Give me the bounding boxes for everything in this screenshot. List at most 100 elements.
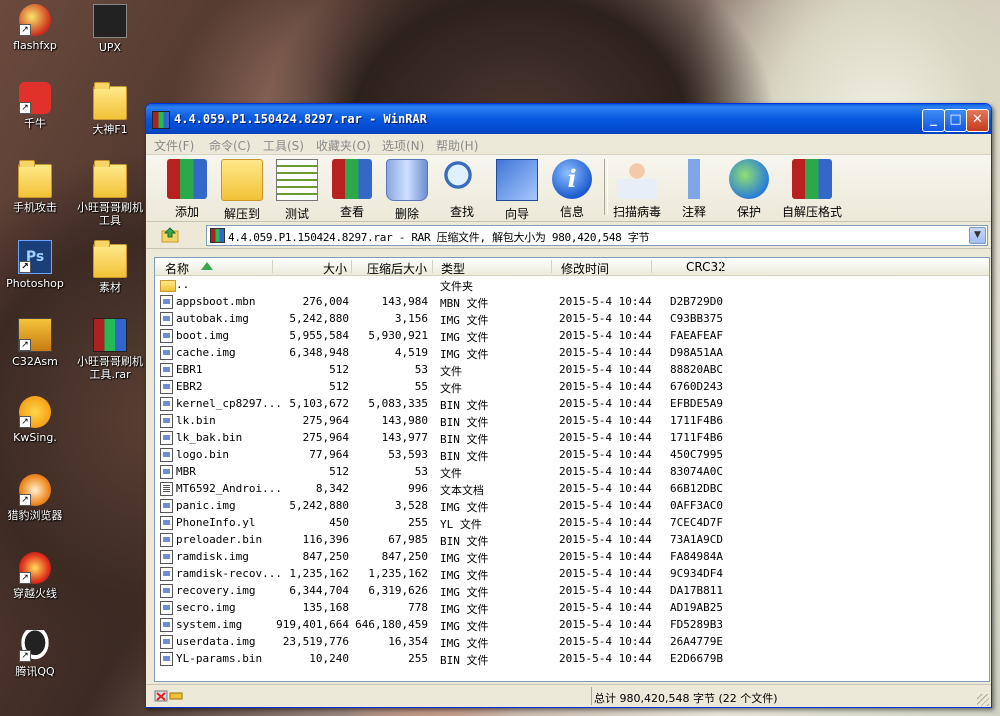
maximize-button[interactable]: □ xyxy=(944,109,967,132)
sfx-button[interactable]: 自解压格式 xyxy=(777,157,847,219)
file-type: BIN 文件 xyxy=(440,433,489,446)
delete-button[interactable]: 删除 xyxy=(380,157,434,221)
table-row[interactable]: secro.img 135,168 778 IMG 文件 2015-5-4 10:44 A… xyxy=(155,599,989,616)
table-row[interactable]: boot.img 5,955,584 5,930,921 IMG 文件 2015-5-4… xyxy=(155,327,989,344)
table-row[interactable]: ramdisk-recov... 1,235,162 1,235,162 IMG 文件… xyxy=(155,565,989,582)
menu-bar: 文件(F) 命令(C) 工具(S) 收藏夹(O) 选项(N) 帮助(H) xyxy=(146,134,991,155)
table-row[interactable]: lk.bin 275,964 143,980 BIN 文件 2015-5-4 10:44… xyxy=(155,412,989,429)
find-button[interactable]: 查找 xyxy=(435,157,489,219)
protect-button[interactable]: 保护 xyxy=(722,157,776,219)
desktop-icon-flash-tool-rar[interactable]: 小旺哥哥刷机工具.rar xyxy=(72,318,148,381)
table-row[interactable]: .. 文件夹 xyxy=(155,276,989,293)
column-name[interactable]: 名称 xyxy=(165,260,189,277)
file-name: logo.bin xyxy=(176,448,229,461)
table-row[interactable]: appsboot.mbn 276,004 143,984 MBN 文件 2015-5-4… xyxy=(155,293,989,310)
sfx-icon xyxy=(792,159,832,199)
file-packed-size: 53 xyxy=(414,465,428,478)
table-row[interactable]: ramdisk.img 847,250 847,250 IMG 文件 2015-5-4 … xyxy=(155,548,989,565)
table-row[interactable]: cache.img 6,348,948 4,519 IMG 文件 2015-5-4 10… xyxy=(155,344,989,361)
file-crc: 9C934DF4 xyxy=(670,567,723,580)
column-crc[interactable]: CRC32 xyxy=(686,260,726,274)
desktop-icon-flash-tool-folder[interactable]: 小旺哥哥刷机工具 xyxy=(72,160,148,227)
file-packed-size: 4,519 xyxy=(394,346,428,359)
chevron-down-icon[interactable]: ▼ xyxy=(969,227,986,244)
file-crc: DA17B811 xyxy=(670,584,723,597)
column-modified[interactable]: 修改时间 xyxy=(561,260,609,277)
desktop-icon-crossfire[interactable]: ↗ 穿越火线 xyxy=(0,552,73,600)
wizard-icon xyxy=(496,159,538,201)
up-folder-button[interactable] xyxy=(158,226,184,244)
address-text: 4.4.059.P1.150424.8297.rar - RAR 压缩文件, 解… xyxy=(228,231,650,244)
test-button[interactable]: 测试 xyxy=(270,157,324,221)
delete-icon xyxy=(386,159,428,201)
file-crc: 6760D243 xyxy=(670,380,723,393)
table-row[interactable]: autobak.img 5,242,880 3,156 IMG 文件 2015-5-4 … xyxy=(155,310,989,327)
menu-favorites[interactable]: 收藏夹(O) xyxy=(316,137,371,154)
table-row[interactable]: logo.bin 77,964 53,593 BIN 文件 2015-5-4 10:44… xyxy=(155,446,989,463)
desktop-icon-kwsing[interactable]: ↗ KwSing. xyxy=(0,396,73,444)
column-size[interactable]: 大小 xyxy=(323,260,347,277)
virus-scan-button[interactable]: 扫描病毒 xyxy=(610,157,664,219)
menu-tools[interactable]: 工具(S) xyxy=(263,137,304,154)
desktop-icon-liebao[interactable]: ↗ 猎豹浏览器 xyxy=(0,474,73,522)
file-modified: 2015-5-4 10:44 xyxy=(559,567,652,580)
extract-to-button[interactable]: 解压到 xyxy=(215,157,269,221)
file-crc: 450C7995 xyxy=(670,448,723,461)
file-crc: E2D6679B xyxy=(670,652,723,665)
table-row[interactable]: EBR1 512 53 文件 2015-5-4 10:44 88820ABC xyxy=(155,361,989,378)
view-button[interactable]: 查看 xyxy=(325,157,379,219)
add-button[interactable]: 添加 xyxy=(160,157,214,219)
file-modified: 2015-5-4 10:44 xyxy=(559,329,652,342)
column-packed[interactable]: 压缩后大小 xyxy=(367,260,427,277)
table-row[interactable]: MBR 512 53 文件 2015-5-4 10:44 83074A0C xyxy=(155,463,989,480)
file-modified: 2015-5-4 10:44 xyxy=(559,414,652,427)
file-crc: FD5289B3 xyxy=(670,618,723,631)
desktop-icon-phone-attack[interactable]: 手机攻击 xyxy=(0,160,73,214)
table-row[interactable]: panic.img 5,242,880 3,528 IMG 文件 2015-5-4 10… xyxy=(155,497,989,514)
menu-help[interactable]: 帮助(H) xyxy=(436,137,478,154)
info-button[interactable]: i 信息 xyxy=(545,157,599,219)
file-crc: 1711F4B6 xyxy=(670,414,723,427)
column-type[interactable]: 类型 xyxy=(441,260,465,277)
table-row[interactable]: MT6592_Androi... 8,342 996 文本文档 2015-5-4 10:… xyxy=(155,480,989,497)
desktop-icon-qq[interactable]: ↗ 腾讯QQ xyxy=(0,630,73,678)
folder-icon xyxy=(93,160,127,198)
comment-button[interactable]: 注释 xyxy=(667,157,721,219)
table-row[interactable]: preloader.bin 116,396 67,985 BIN 文件 2015-5-4… xyxy=(155,531,989,548)
file-size: 512 xyxy=(329,363,349,376)
file-size: 919,401,664 xyxy=(276,618,349,631)
rar-archive-icon xyxy=(210,228,225,243)
table-row[interactable]: EBR2 512 55 文件 2015-5-4 10:44 6760D243 xyxy=(155,378,989,395)
table-row[interactable]: kernel_cp8297... 5,103,672 5,083,335 BIN 文件… xyxy=(155,395,989,412)
address-field[interactable]: 4.4.059.P1.150424.8297.rar - RAR 压缩文件, 解… xyxy=(206,225,988,246)
find-label: 查找 xyxy=(449,205,474,219)
desktop-icon-flashfxp[interactable]: ↗ flashfxp xyxy=(0,4,73,52)
desktop-icon-dashen-f1[interactable]: 大神F1 xyxy=(72,82,148,136)
table-row[interactable]: system.img 919,401,664 646,180,459 IMG 文件 20… xyxy=(155,616,989,633)
file-name: system.img xyxy=(176,618,243,631)
wizard-button[interactable]: 向导 xyxy=(490,157,544,221)
title-bar[interactable]: 4.4.059.P1.150424.8297.rar - WinRAR _ □ … xyxy=(146,104,991,134)
desktop-icon-sucai[interactable]: 素材 xyxy=(72,240,148,294)
file-packed-size: 143,980 xyxy=(381,414,428,427)
desktop-icon-c32asm[interactable]: ↗ C32Asm xyxy=(0,318,73,368)
status-bar: 总计 980,420,548 字节 (22 个文件) xyxy=(146,684,991,707)
minimize-button[interactable]: _ xyxy=(922,109,945,132)
file-crc: FAEAFEAF xyxy=(670,329,723,342)
menu-file[interactable]: 文件(F) xyxy=(154,137,194,154)
file-packed-size: 6,319,626 xyxy=(368,584,428,597)
folder-icon xyxy=(18,160,52,198)
add-icon xyxy=(167,159,207,199)
close-button[interactable]: ✕ xyxy=(966,109,989,132)
file-type: IMG 文件 xyxy=(440,586,489,599)
resize-grip[interactable] xyxy=(977,694,989,706)
table-row[interactable]: recovery.img 6,344,704 6,319,626 IMG 文件 2015… xyxy=(155,582,989,599)
desktop-icon-upx[interactable]: UPX xyxy=(72,4,148,54)
desktop-icon-qianniu[interactable]: ↗ 千牛 xyxy=(0,82,73,130)
table-row[interactable]: PhoneInfo.yl 450 255 YL 文件 2015-5-4 10:44 7CE… xyxy=(155,514,989,531)
menu-commands[interactable]: 命令(C) xyxy=(209,137,251,154)
menu-options[interactable]: 选项(N) xyxy=(382,137,424,154)
table-row[interactable]: lk_bak.bin 275,964 143,977 BIN 文件 2015-5-4 1… xyxy=(155,429,989,446)
file-type: 文件 xyxy=(440,365,462,378)
desktop-icon-photoshop[interactable]: Ps ↗ Photoshop xyxy=(0,240,73,290)
